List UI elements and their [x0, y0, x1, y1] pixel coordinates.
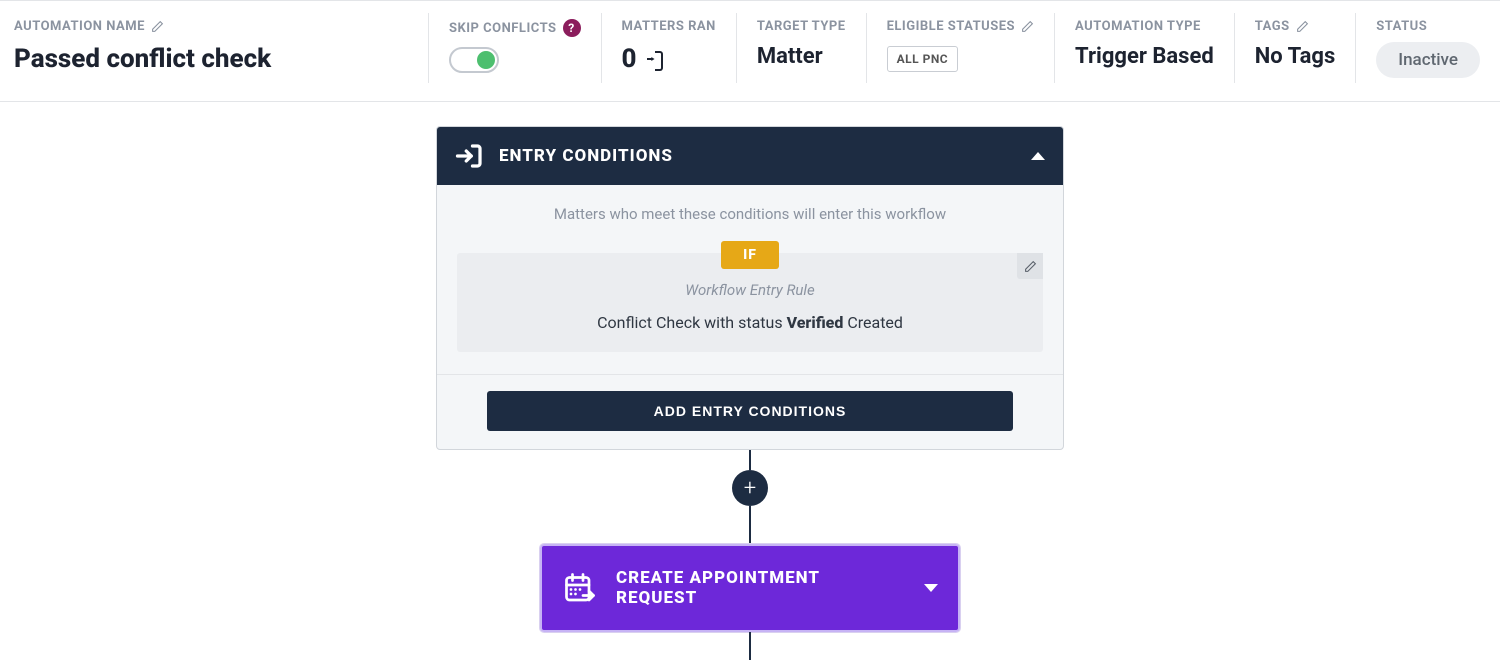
entry-conditions-description: Matters who meet these conditions will e…	[457, 205, 1043, 223]
header-col-eligible-statuses: ELIGIBLE STATUSES ALL PNC	[866, 13, 1054, 83]
add-step-button[interactable]: +	[732, 470, 768, 506]
entry-rule-post: Created	[843, 313, 903, 332]
workflow-canvas: ENTRY CONDITIONS Matters who meet these …	[0, 102, 1500, 660]
chevron-up-icon	[1031, 152, 1045, 160]
entry-rule-text: Conflict Check with status Verified Crea…	[473, 313, 1027, 332]
automation-type-label: AUTOMATION TYPE	[1075, 19, 1201, 34]
enter-icon[interactable]	[647, 51, 663, 67]
edit-rule-button[interactable]	[1017, 253, 1043, 279]
if-badge: IF	[721, 241, 779, 269]
entry-conditions-footer: ADD ENTRY CONDITIONS	[437, 374, 1063, 449]
entry-rule-pre: Conflict Check with status	[597, 313, 787, 332]
target-type-label: TARGET TYPE	[757, 19, 846, 34]
step-create-appointment-request[interactable]: CREATE APPOINTMENT REQUEST	[540, 544, 960, 632]
tags-value: No Tags	[1255, 44, 1336, 69]
matters-ran-label: MATTERS RAN	[622, 19, 716, 34]
header-col-target-type: TARGET TYPE Matter	[736, 13, 866, 83]
connector-line	[749, 506, 751, 544]
automation-name-label: AUTOMATION NAME	[14, 19, 145, 34]
header-col-tags: TAGS No Tags	[1234, 13, 1356, 83]
entry-conditions-card: ENTRY CONDITIONS Matters who meet these …	[436, 126, 1064, 450]
connector-line	[749, 450, 751, 470]
edit-icon[interactable]	[1021, 20, 1034, 33]
plus-icon: +	[744, 476, 756, 501]
automation-header: AUTOMATION NAME Passed conflict check SK…	[0, 0, 1500, 102]
tags-label: TAGS	[1255, 19, 1290, 34]
header-col-skip-conflicts: SKIP CONFLICTS ?	[428, 13, 601, 83]
matters-ran-value: 0	[622, 44, 637, 74]
entry-conditions-header[interactable]: ENTRY CONDITIONS	[437, 127, 1063, 185]
chevron-down-icon	[924, 584, 938, 592]
skip-conflicts-label: SKIP CONFLICTS	[449, 21, 557, 36]
enter-icon	[455, 141, 485, 171]
edit-icon[interactable]	[151, 20, 164, 33]
step-label: CREATE APPOINTMENT REQUEST	[616, 568, 906, 608]
entry-rule-title: Workflow Entry Rule	[473, 281, 1027, 299]
entry-conditions-title: ENTRY CONDITIONS	[499, 146, 673, 166]
header-col-matters-ran: MATTERS RAN 0	[601, 13, 736, 83]
calendar-arrow-icon	[562, 570, 598, 606]
connector-line	[749, 632, 751, 660]
target-type-value: Matter	[757, 44, 846, 69]
status-pill: Inactive	[1376, 42, 1480, 78]
header-col-automation-name: AUTOMATION NAME Passed conflict check	[0, 13, 428, 83]
status-label: STATUS	[1376, 19, 1427, 34]
header-col-automation-type: AUTOMATION TYPE Trigger Based	[1054, 13, 1234, 83]
help-icon[interactable]: ?	[563, 19, 581, 37]
automation-name-value: Passed conflict check	[14, 44, 408, 74]
entry-conditions-body: Matters who meet these conditions will e…	[437, 185, 1063, 352]
edit-icon[interactable]	[1296, 20, 1309, 33]
eligible-status-chip[interactable]: ALL PNC	[887, 46, 959, 72]
entry-rule-bold: Verified	[787, 313, 844, 332]
add-entry-conditions-button[interactable]: ADD ENTRY CONDITIONS	[487, 391, 1013, 431]
edit-icon	[1024, 260, 1037, 273]
automation-type-value: Trigger Based	[1075, 44, 1214, 69]
header-col-status: STATUS Inactive	[1355, 13, 1500, 83]
skip-conflicts-toggle[interactable]	[449, 47, 499, 73]
eligible-statuses-label: ELIGIBLE STATUSES	[887, 19, 1015, 34]
